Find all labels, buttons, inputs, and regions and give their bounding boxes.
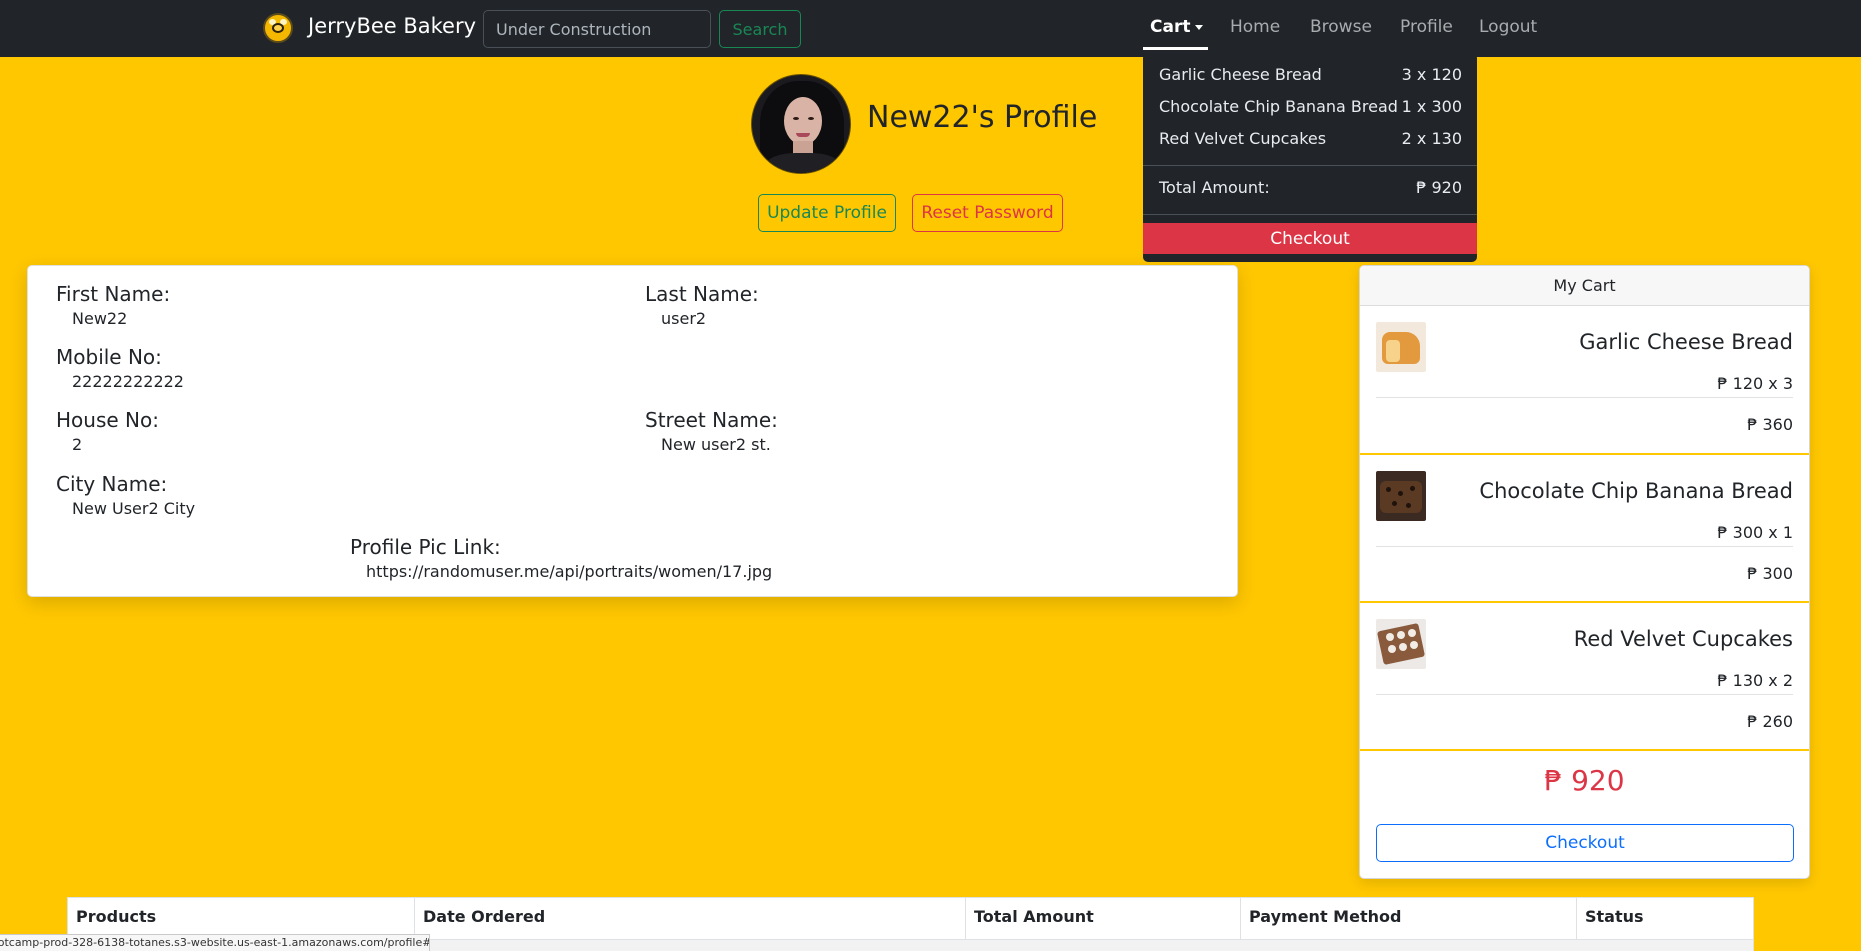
house-number-value: 2 [72,435,83,454]
nav-cart-dropdown[interactable]: Cart [1150,17,1204,37]
mobile-label: Mobile No: [56,345,162,369]
my-cart-header: My Cart [1360,266,1809,306]
red-velvet-cupcakes-image [1376,619,1426,669]
profile-avatar [751,74,851,174]
dropdown-divider [1143,165,1477,166]
garlic-cheese-bread-image [1376,322,1426,372]
update-profile-button[interactable]: Update Profile [758,194,896,232]
house-number-label: House No: [56,408,159,432]
cart-divider [1360,749,1809,751]
nav-profile[interactable]: Profile [1400,17,1453,37]
my-cart-panel: My Cart Garlic Cheese Bread ₱ 120 x 3 ₱ … [1359,265,1810,879]
street-name-value: New user2 st. [661,435,771,454]
cart-total-amount: ₱ 920 [1544,764,1625,797]
brand-name[interactable]: JerryBee Bakery [308,14,476,38]
dropdown-item-qty: 2 x 130 [1401,129,1462,148]
table-header-total-amount: Total Amount [966,898,1241,939]
nav-home[interactable]: Home [1230,17,1280,37]
chocolate-chip-banana-bread-image [1376,471,1426,521]
table-header-status: Status [1585,907,1644,926]
cart-item-name: Red Velvet Cupcakes [1573,627,1793,651]
cart-item-subtotal: ₱ 300 [1747,564,1793,583]
dropdown-item-name: Red Velvet Cupcakes [1159,129,1327,148]
cart-item: Red Velvet Cupcakes ₱ 130 x 2 ₱ 260 [1360,603,1809,751]
table-header-products: Products [68,898,415,939]
dropdown-cart-item[interactable]: Chocolate Chip Banana Bread 1 x 300 [1159,97,1462,119]
dropdown-checkout-button[interactable]: Checkout [1143,223,1477,254]
cart-checkout-button[interactable]: Checkout [1376,824,1794,862]
cart-item-subtotal: ₱ 360 [1747,415,1793,434]
street-name-label: Street Name: [645,408,778,432]
nav-cart-label: Cart [1150,17,1191,37]
cart-item-qty: ₱ 130 x 2 [1717,671,1793,690]
dropdown-cart-item[interactable]: Garlic Cheese Bread 3 x 120 [1159,65,1462,87]
navbar: JerryBee Bakery Search Cart Home Browse … [0,0,1861,57]
cart-item: Chocolate Chip Banana Bread ₱ 300 x 1 ₱ … [1360,455,1809,603]
last-name-value: user2 [661,309,707,328]
table-header-payment-method: Payment Method [1241,898,1577,939]
profile-details-card: First Name: New22 Last Name: user2 Mobil… [27,265,1238,597]
dropdown-item-qty: 3 x 120 [1401,65,1462,84]
dropdown-item-name: Garlic Cheese Bread [1159,65,1322,84]
dropdown-item-qty: 1 x 300 [1401,97,1462,116]
search-input[interactable] [483,10,711,48]
profile-pic-link: https://randomuser.me/api/portraits/wome… [366,562,773,581]
dropdown-total-value: ₱ 920 [1416,178,1462,197]
dropdown-item-name: Chocolate Chip Banana Bread [1159,97,1398,116]
nav-logout[interactable]: Logout [1479,17,1537,37]
first-name-value: New22 [72,309,128,328]
caret-down-icon [1195,24,1204,30]
dropdown-total-label: Total Amount: [1159,178,1270,197]
first-name-label: First Name: [56,282,171,306]
last-name-label: Last Name: [645,282,759,306]
browser-status-url: ootcamp-prod-328-6138-totanes.s3-website… [0,934,430,951]
table-header-date-ordered: Date Ordered [415,898,966,939]
cart-item-name: Chocolate Chip Banana Bread [1479,479,1793,503]
dropdown-total: Total Amount: ₱ 920 [1159,178,1462,200]
mobile-value: 22222222222 [72,372,184,391]
active-nav-indicator [1143,47,1208,50]
cart-item-name: Garlic Cheese Bread [1579,330,1793,354]
search-button[interactable]: Search [719,10,801,48]
cart-item-qty: ₱ 120 x 3 [1717,374,1793,393]
cart-item-subtotal: ₱ 260 [1747,712,1793,731]
bee-logo-icon[interactable] [263,13,293,43]
cart-dropdown-menu: Garlic Cheese Bread 3 x 120 Chocolate Ch… [1143,53,1477,262]
reset-password-button[interactable]: Reset Password [912,194,1063,232]
nav-browse[interactable]: Browse [1310,17,1372,37]
page-title: New22's Profile [867,100,1098,135]
cart-item: Garlic Cheese Bread ₱ 120 x 3 ₱ 360 [1360,306,1809,454]
cart-item-qty: ₱ 300 x 1 [1717,523,1793,542]
dropdown-cart-item[interactable]: Red Velvet Cupcakes 2 x 130 [1159,129,1462,151]
city-name-value: New User2 City [72,499,196,518]
dropdown-divider [1143,214,1477,215]
city-name-label: City Name: [56,472,168,496]
profile-pic-label: Profile Pic Link: [350,535,501,559]
